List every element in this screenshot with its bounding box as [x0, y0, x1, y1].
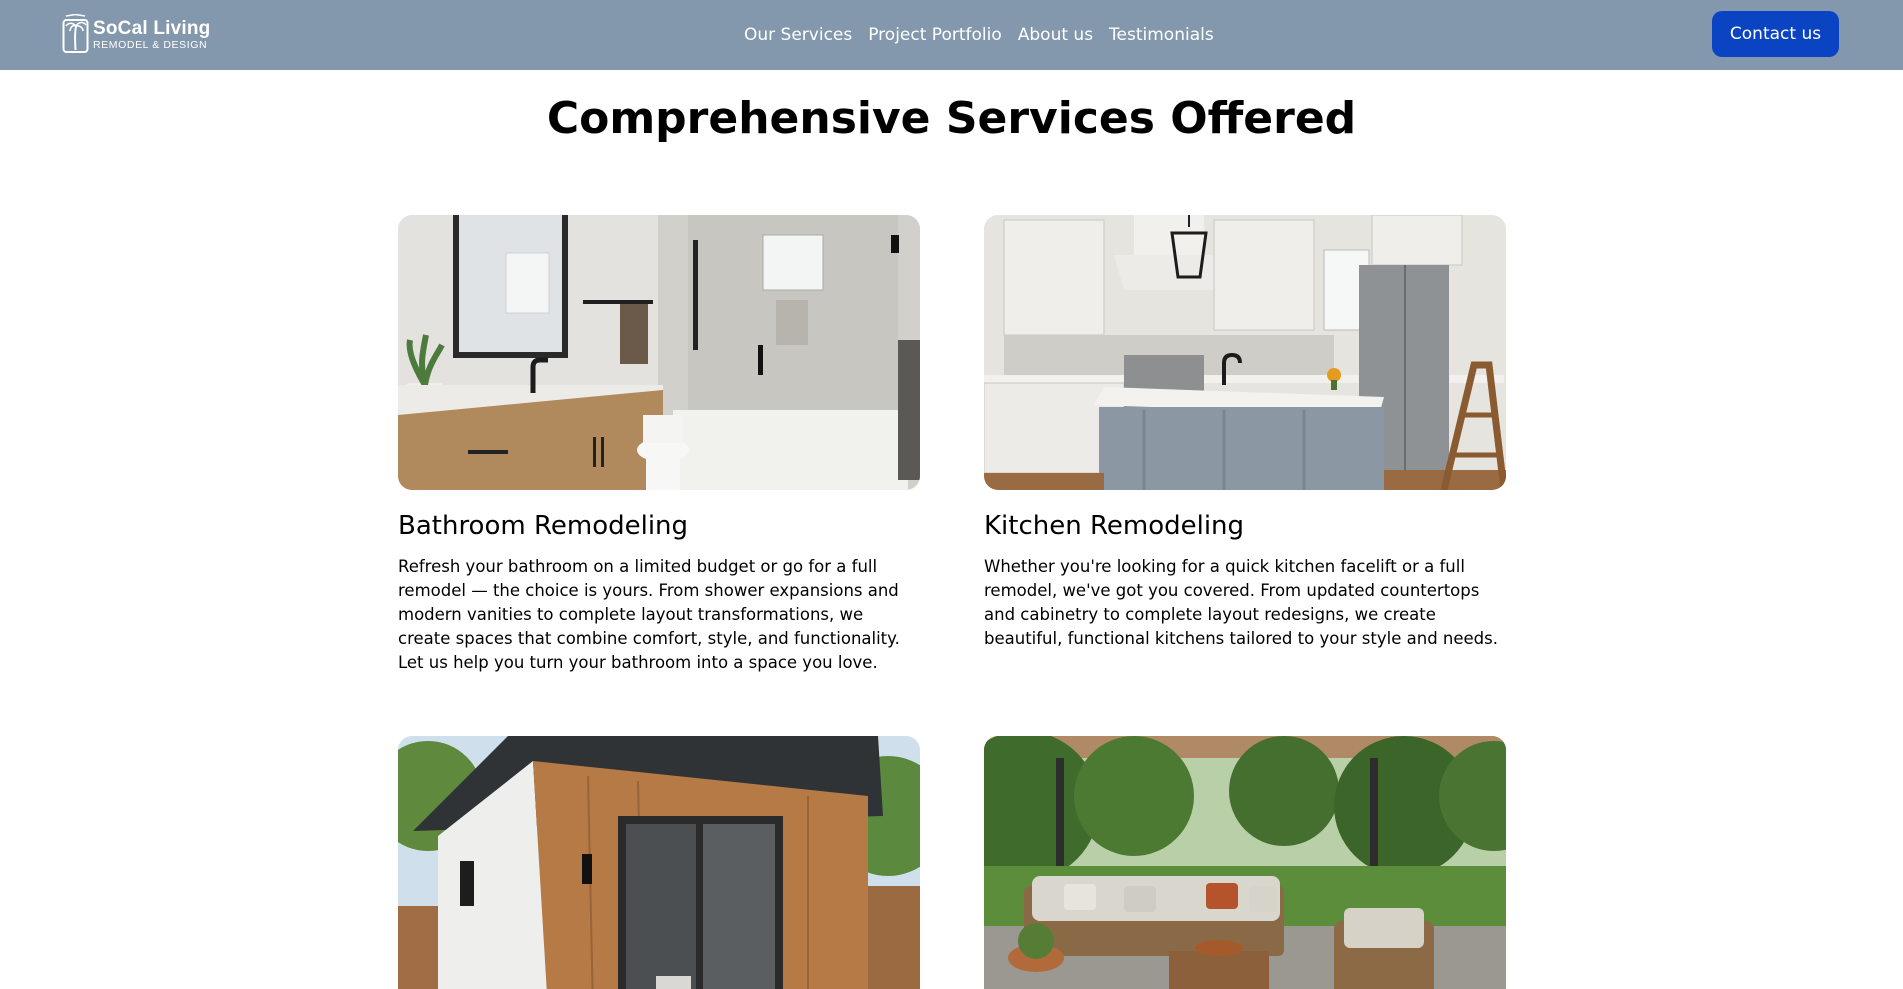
adu-photo	[398, 736, 920, 989]
service-card-kitchen: Kitchen Remodeling Whether you're lookin…	[984, 215, 1506, 651]
site-logo[interactable]: SoCal Living REMODEL & DESIGN	[62, 14, 210, 54]
logo-title: SoCal Living	[93, 17, 211, 39]
main-nav: Our Services Project Portfolio About us …	[744, 0, 1214, 70]
service-card-patio	[984, 736, 1506, 989]
contact-us-button[interactable]: Contact us	[1712, 11, 1839, 57]
nav-our-services[interactable]: Our Services	[744, 25, 852, 45]
service-card-adu	[398, 736, 920, 989]
patio-photo	[984, 736, 1506, 989]
nav-about-us[interactable]: About us	[1018, 25, 1093, 45]
service-card-bathroom: Bathroom Remodeling Refresh your bathroo…	[398, 215, 920, 675]
nav-testimonials[interactable]: Testimonials	[1109, 25, 1214, 45]
service-description: Whether you're looking for a quick kitch…	[984, 557, 1498, 648]
bathroom-photo	[398, 215, 920, 490]
service-title: Bathroom Remodeling	[398, 511, 689, 541]
site-header: SoCal Living REMODEL & DESIGN Our Servic…	[0, 0, 1903, 70]
page-title: Comprehensive Services Offered	[546, 93, 1357, 144]
logo-text: SoCal Living REMODEL & DESIGN	[93, 18, 210, 51]
nav-project-portfolio[interactable]: Project Portfolio	[868, 25, 1002, 45]
palm-house-logo-icon	[62, 14, 89, 53]
logo-subtitle: REMODEL & DESIGN	[93, 38, 208, 51]
service-description: Refresh your bathroom on a limited budge…	[398, 557, 900, 672]
kitchen-photo	[984, 215, 1506, 490]
service-title: Kitchen Remodeling	[984, 511, 1245, 541]
